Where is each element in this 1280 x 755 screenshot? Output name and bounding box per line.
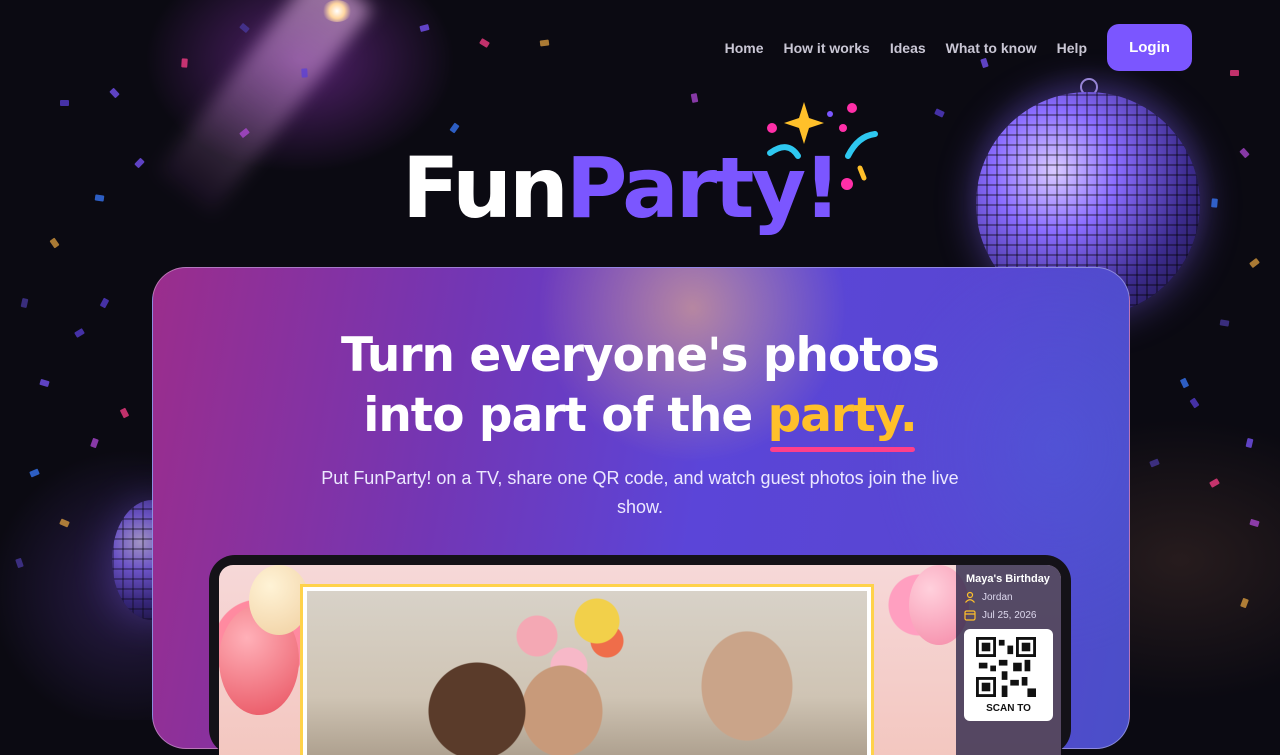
nav-what-to-know-link[interactable]: What to know (946, 40, 1037, 56)
confetti-piece (239, 22, 250, 34)
confetti-piece (1249, 257, 1260, 269)
guest-photo-frame (300, 584, 874, 755)
event-date: Jul 25, 2026 (982, 609, 1037, 621)
logo-text-fun: Fun (402, 139, 569, 237)
confetti-piece (94, 194, 105, 202)
confetti-piece (20, 297, 29, 309)
confetti-piece (1249, 518, 1260, 528)
spotlight-beam (157, 0, 373, 214)
confetti-piece (934, 108, 945, 118)
qr-code-card[interactable]: SCAN TO (964, 629, 1053, 721)
confetti-piece (59, 518, 70, 528)
confetti-piece (301, 68, 308, 78)
tv-preview: Maya's Birthday Jordan Jul 25, 2026 SCAN… (209, 555, 1071, 755)
host-name: Jordan (982, 591, 1013, 603)
nav-ideas-link[interactable]: Ideas (890, 40, 926, 56)
confetti-piece (181, 58, 188, 68)
confetti-piece (60, 100, 69, 106)
headline-line1: Turn everyone's photos (340, 328, 940, 383)
confetti-piece (1209, 478, 1220, 488)
confetti-piece (690, 93, 699, 103)
event-title: Maya's Birthday (966, 573, 1050, 585)
top-nav: Home How it works Ideas What to know Hel… (725, 24, 1192, 71)
login-button[interactable]: Login (1107, 24, 1192, 71)
hero-subtitle: Put FunParty! on a TV, share one QR code… (321, 468, 959, 517)
headline-highlight: party. (768, 386, 918, 452)
confetti-piece (109, 87, 120, 99)
nav-home-link[interactable]: Home (725, 40, 764, 56)
qr-caption: SCAN TO (986, 703, 1031, 714)
qr-code-icon (976, 637, 1036, 697)
confetti-piece (1211, 198, 1218, 208)
confetti-piece (134, 157, 145, 169)
confetti-piece (15, 557, 24, 569)
nav-how-it-works-link[interactable]: How it works (783, 40, 869, 56)
confetti-piece (49, 237, 60, 249)
date-row: Jul 25, 2026 (964, 609, 1053, 621)
host-row: Jordan (964, 591, 1053, 603)
confetti-piece (99, 297, 110, 309)
nav-help-link[interactable]: Help (1057, 40, 1087, 56)
confetti-piece (479, 38, 490, 48)
confetti-piece (1239, 147, 1250, 159)
guest-photo (307, 591, 867, 755)
event-info-panel: Maya's Birthday Jordan Jul 25, 2026 SCAN… (956, 565, 1061, 755)
confetti-piece (1149, 458, 1160, 468)
confetti-piece (1229, 69, 1240, 77)
tv-screen: Maya's Birthday Jordan Jul 25, 2026 SCAN… (219, 565, 1061, 755)
headline-line2: into part of the (363, 388, 768, 443)
confetti-piece (1240, 597, 1249, 609)
hero-headline: Turn everyone's photos into part of the … (0, 326, 1280, 452)
calendar-icon (964, 610, 976, 621)
confetti-piece (539, 39, 550, 47)
sparkle-icon (767, 102, 878, 190)
user-icon (965, 591, 975, 603)
confetti-piece (419, 23, 430, 33)
spotlight (322, 0, 352, 22)
confetti-piece (29, 468, 40, 478)
